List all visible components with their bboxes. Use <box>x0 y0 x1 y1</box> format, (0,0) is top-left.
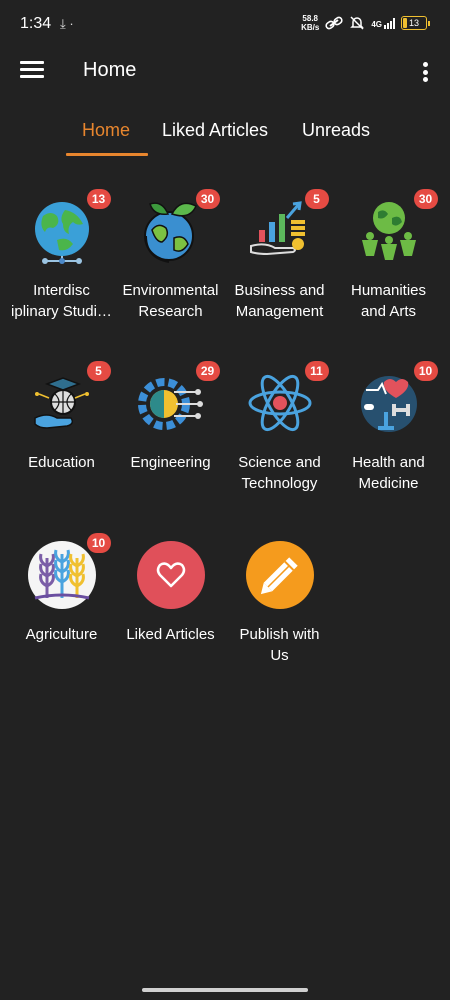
count-badge: 30 <box>413 189 438 209</box>
status-right-icons: 58.8 KB/s 4G 13 <box>301 14 430 32</box>
count-badge: 5 <box>304 189 329 209</box>
link-icon <box>325 16 343 30</box>
status-bar: 1:34 ⤓ · 58.8 KB/s 4G 13 <box>0 0 450 50</box>
category-label: Health and Medicine <box>352 454 425 492</box>
wheat-icon <box>27 541 96 609</box>
category-label: Humanities and Arts <box>350 282 427 320</box>
pencil-icon <box>245 541 314 609</box>
count-badge: 29 <box>195 361 220 381</box>
earth-leaf-icon <box>143 202 197 263</box>
category-science-and-technology[interactable]: 11 Science and Technology <box>225 361 334 494</box>
active-tab-indicator <box>66 153 148 156</box>
more-options-icon[interactable] <box>418 60 432 84</box>
tab-home[interactable]: Home <box>82 120 130 141</box>
category-health-and-medicine[interactable]: 10 Health and Medicine <box>334 361 443 494</box>
globe-network-icon <box>34 202 89 264</box>
category-label: Agriculture <box>25 626 98 643</box>
category-label: Science and Technology <box>238 454 321 492</box>
category-agriculture[interactable]: 10 Agriculture <box>7 533 116 645</box>
business-growth-icon <box>249 201 305 256</box>
status-time: 1:34 <box>20 15 52 32</box>
category-label: Business and Management <box>234 282 325 320</box>
community-globe-icon <box>361 202 416 260</box>
count-badge: 5 <box>86 361 111 381</box>
education-globe-icon <box>33 377 89 429</box>
category-label: Education <box>28 454 95 471</box>
category-interdisciplinary-studies[interactable]: 13 Interdisc iplinary Studi… <box>7 189 116 322</box>
app-bar: Home <box>0 50 450 94</box>
category-engineering[interactable]: 29 Engineering <box>116 361 225 473</box>
category-environmental-research[interactable]: 30 Environmental Research <box>116 189 225 322</box>
category-label: Interdisc iplinary Studi… <box>11 282 112 320</box>
mute-bell-icon <box>350 16 365 30</box>
category-education[interactable]: 5 Education <box>7 361 116 473</box>
category-liked-articles[interactable]: Liked Articles <box>116 540 225 645</box>
tab-liked-articles[interactable]: Liked Articles <box>162 120 268 141</box>
heart-icon <box>136 541 205 609</box>
count-badge: 10 <box>413 361 438 381</box>
category-business-and-management[interactable]: 5 Business and Management <box>225 189 334 322</box>
page-title: Home <box>83 59 137 81</box>
tab-unreads[interactable]: Unreads <box>302 120 370 141</box>
download-icon: ⤓ · <box>60 16 74 31</box>
tab-bar: Home Liked Articles Unreads <box>0 112 450 156</box>
signal-icon: 4G <box>371 17 395 29</box>
home-indicator[interactable] <box>142 988 308 992</box>
category-label: Environmental Research <box>122 282 219 320</box>
menu-icon[interactable] <box>20 61 44 81</box>
category-publish-with-us[interactable]: Publish with Us <box>225 540 334 666</box>
count-badge: 30 <box>195 189 220 209</box>
count-badge: 10 <box>86 533 111 553</box>
network-speed: 58.8 KB/s <box>301 14 320 32</box>
battery-icon: 13 <box>401 16 430 30</box>
atom-icon <box>248 374 311 432</box>
category-label: Publish with Us <box>239 626 320 664</box>
count-badge: 13 <box>86 189 111 209</box>
category-label: Engineering <box>130 454 211 471</box>
count-badge: 11 <box>304 361 329 381</box>
health-icon <box>360 376 417 432</box>
gear-circuit-icon <box>137 378 203 430</box>
category-humanities-and-arts[interactable]: 30 Humanities and Arts <box>334 189 443 322</box>
category-label: Liked Articles <box>126 626 215 643</box>
